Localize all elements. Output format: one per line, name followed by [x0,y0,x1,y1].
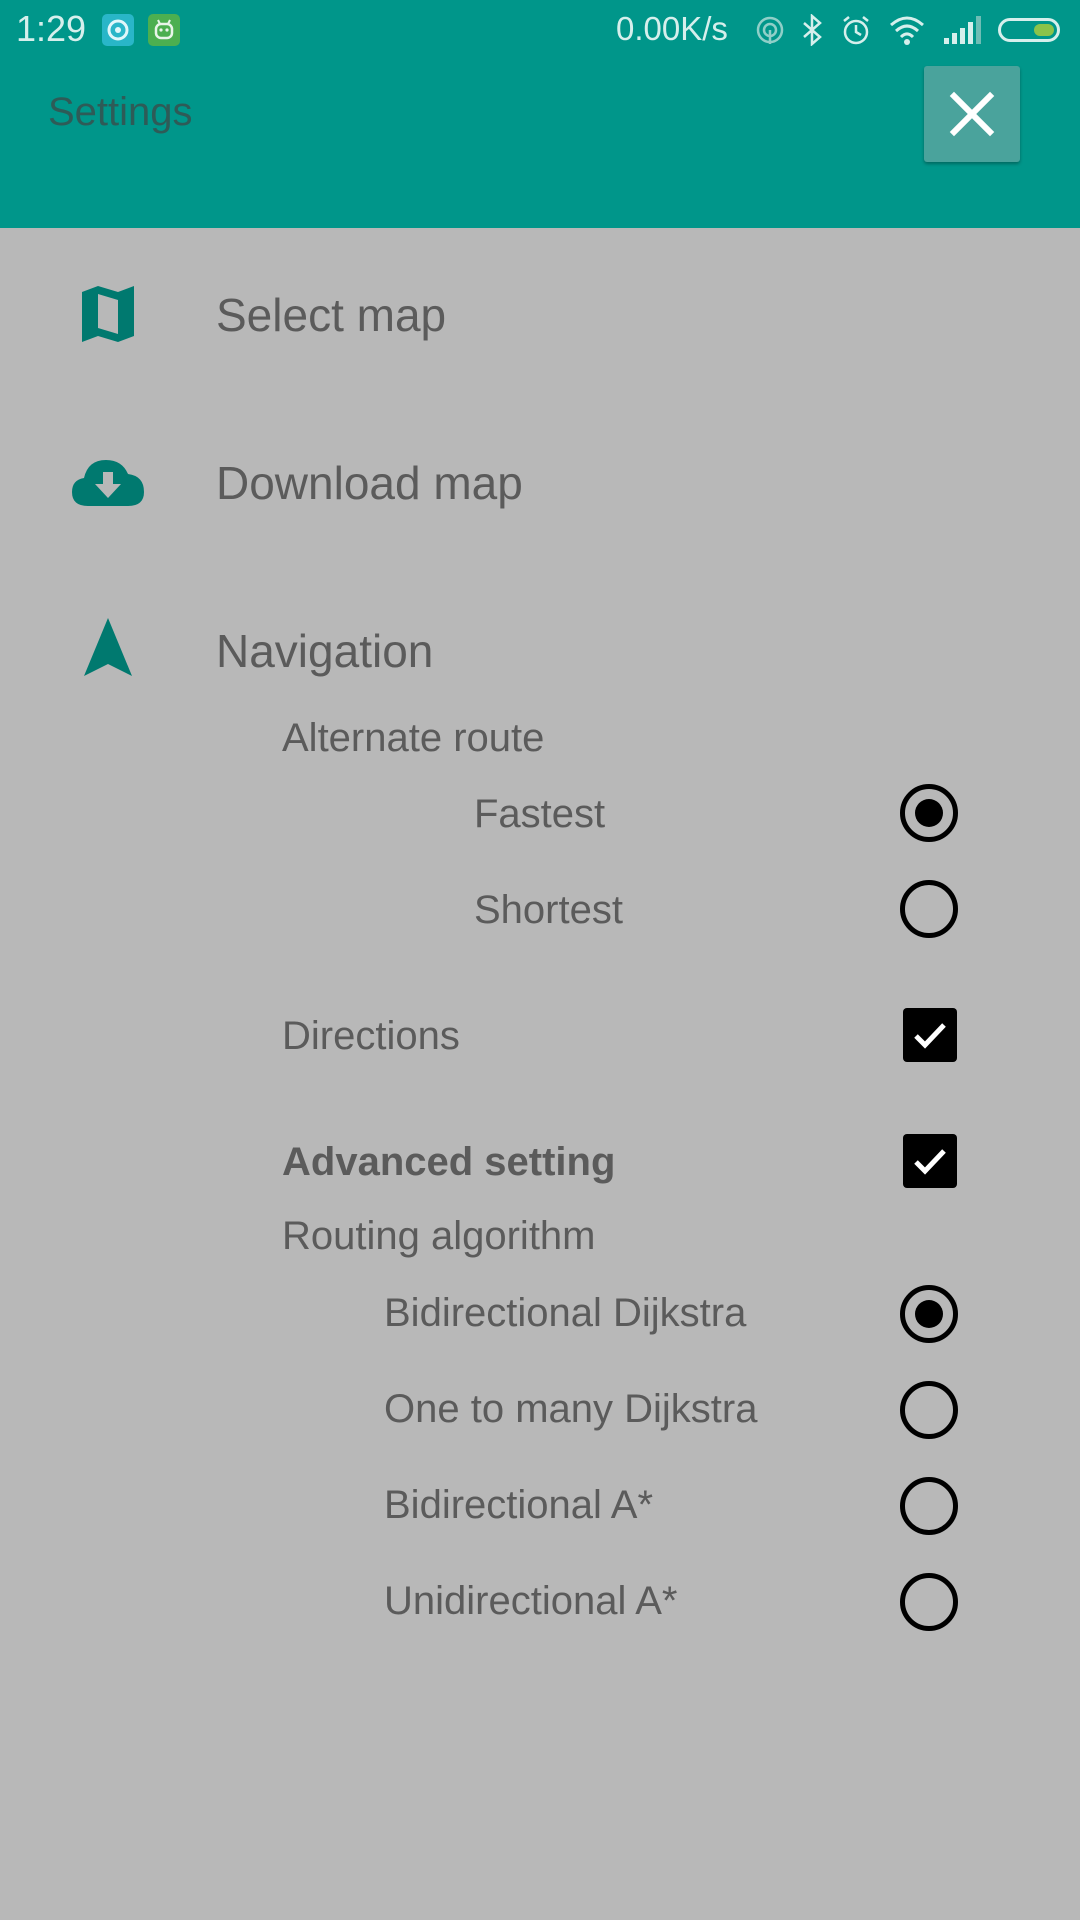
option-one-to-many-dijkstra[interactable]: One to many Dijkstra [0,1377,1080,1443]
bidirectional-astar-label: Bidirectional A* [384,1483,654,1527]
hotspot-icon [754,14,786,46]
shortest-label: Shortest [474,888,623,932]
one-to-many-dijkstra-radio[interactable] [900,1381,958,1439]
signal-icon [942,14,982,46]
close-icon [949,91,995,137]
cloud-download-icon [70,454,146,513]
download-map-label: Download map [216,457,523,509]
option-bidirectional-astar[interactable]: Bidirectional A* [0,1473,1080,1539]
advanced-setting-label: Advanced setting [282,1140,616,1184]
checkmark-icon [914,1149,946,1175]
menu-item-select-map[interactable]: Select map [0,266,1080,366]
page-title: Settings [48,90,193,134]
android-app-icon [148,14,180,46]
unidirectional-astar-radio[interactable] [900,1573,958,1631]
net-speed: 0.00K/s [616,10,728,47]
bidirectional-astar-radio[interactable] [900,1477,958,1535]
alternate-route-heading: Alternate route [282,716,545,760]
navigation-label: Navigation [216,625,434,677]
directions-checkbox[interactable] [903,1008,957,1062]
navigation-arrow-icon [84,618,132,681]
fastest-radio[interactable] [900,784,958,842]
shortest-radio[interactable] [900,880,958,938]
advanced-setting[interactable]: Advanced setting [0,1130,1080,1196]
option-shortest[interactable]: Shortest [0,876,1080,942]
alarm-icon [840,14,872,46]
bidirectional-dijkstra-radio[interactable] [900,1285,958,1343]
wifi-icon [888,14,926,46]
bidirectional-dijkstra-label: Bidirectional Dijkstra [384,1291,747,1335]
battery-icon [998,18,1060,42]
fastest-label: Fastest [474,792,606,836]
menu-item-download-map[interactable]: Download map [0,434,1080,534]
status-bar: 1:29 0.00K/s [0,0,1080,60]
routing-algorithm-heading: Routing algorithm [282,1214,596,1258]
one-to-many-dijkstra-label: One to many Dijkstra [384,1387,758,1431]
option-unidirectional-astar[interactable]: Unidirectional A* [0,1569,1080,1635]
select-map-label: Select map [216,289,447,341]
directions-label: Directions [282,1014,460,1058]
status-time: 1:29 [16,8,87,49]
directions-setting[interactable]: Directions [0,1004,1080,1070]
unidirectional-astar-label: Unidirectional A* [384,1579,678,1623]
option-fastest[interactable]: Fastest [0,780,1080,846]
advanced-setting-checkbox[interactable] [903,1134,957,1188]
checkmark-icon [914,1023,946,1049]
option-bidirectional-dijkstra[interactable]: Bidirectional Dijkstra [0,1281,1080,1347]
notification-app-icon [102,14,134,46]
bluetooth-icon [798,13,826,47]
map-icon [80,286,136,347]
close-button[interactable] [924,66,1020,162]
menu-item-navigation[interactable]: Navigation [0,602,1080,702]
app-bar: Settings [0,60,1080,228]
